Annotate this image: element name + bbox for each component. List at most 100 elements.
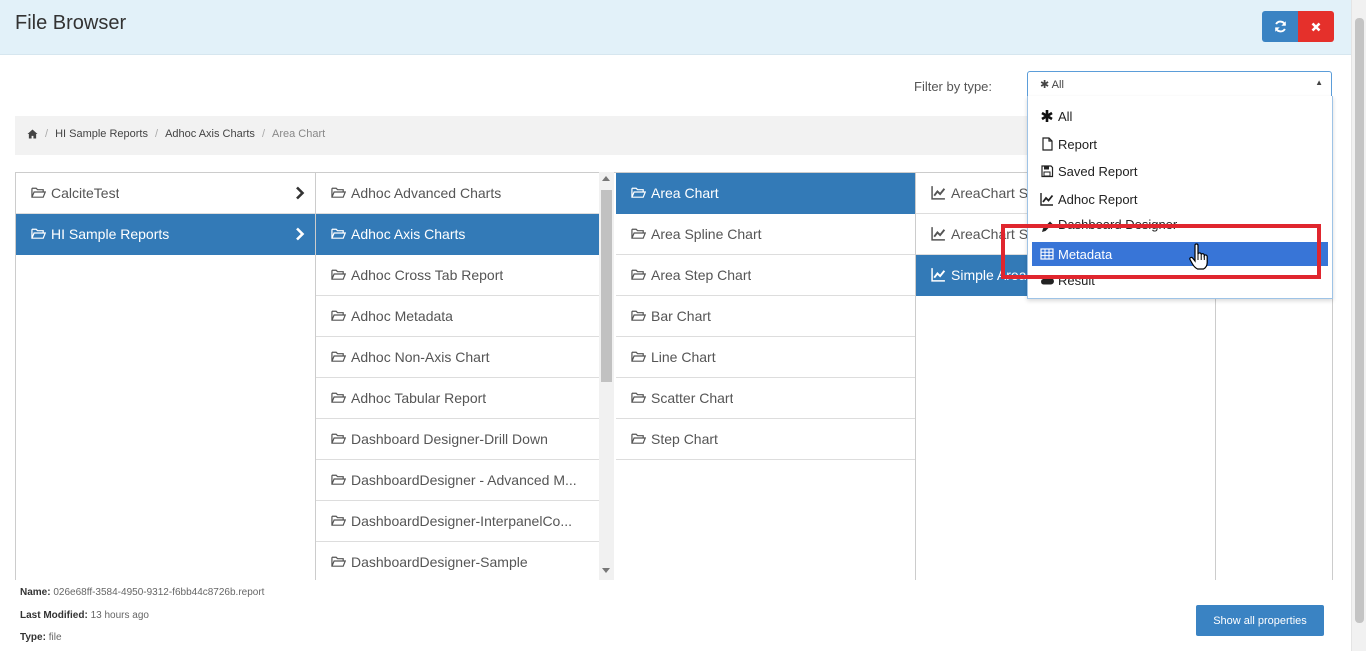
column-2-item-adhoc-tabular-report[interactable]: Adhoc Tabular Report (316, 378, 599, 419)
folder-open-icon (631, 433, 646, 444)
floppy-icon (1041, 165, 1054, 178)
folder-open-icon (31, 228, 46, 239)
item-label: Area Spline Chart (651, 226, 762, 242)
folder-open-icon (331, 433, 346, 444)
column-3-item-area-step-chart[interactable]: Area Step Chart (616, 255, 915, 296)
column-2-item-adhoc-metadata[interactable]: Adhoc Metadata (316, 296, 599, 337)
column-2-item-dashboarddesigner-sample[interactable]: DashboardDesigner-Sample (316, 542, 599, 580)
folder-open-icon (631, 310, 646, 321)
header-bar: File Browser (0, 0, 1351, 55)
item-label: Area Step Chart (651, 267, 752, 283)
detail-name: Name: 026e68ff-3584-4950-9312-f6bb44c872… (20, 587, 265, 598)
filter-selected-value: ✱ All (1040, 79, 1064, 91)
item-label: Adhoc Non-Axis Chart (351, 349, 490, 365)
line-chart-icon (931, 186, 946, 200)
column-2: Adhoc Advanced Charts Adhoc Axis Charts Ad… (316, 173, 616, 580)
folder-open-icon (331, 556, 346, 567)
column-2-item-dashboarddesigner-advanced-m[interactable]: DashboardDesigner - Advanced M... (316, 460, 599, 501)
refresh-icon (1274, 20, 1286, 33)
column-3-item-scatter-chart[interactable]: Scatter Chart (616, 378, 915, 419)
chevron-right-icon (296, 186, 305, 200)
column-2-item-dashboarddesigner-interpanelco[interactable]: DashboardDesigner-InterpanelCo... (316, 501, 599, 542)
filter-type-dropdown: All Report Saved Report Adhoc Report Das… (1027, 96, 1333, 299)
item-label: AreaChart S (951, 185, 1029, 201)
column-3-item-area-spline-chart[interactable]: Area Spline Chart (616, 214, 915, 255)
page-scrollbar-thumb[interactable] (1355, 18, 1364, 623)
filter-option-dashboard-designer[interactable]: Dashboard Designer (1032, 215, 1328, 233)
detail-type: Type: file (20, 632, 62, 643)
pencil-icon (1042, 221, 1053, 232)
item-label: Scatter Chart (651, 390, 734, 406)
file-icon (1042, 137, 1053, 151)
item-label: Dashboard Designer-Drill Down (351, 431, 548, 447)
filter-option-saved-report[interactable]: Saved Report (1032, 159, 1328, 183)
folder-open-icon (331, 310, 346, 321)
column-1-item-calcitetest[interactable]: CalciteTest (16, 173, 315, 214)
item-label: Bar Chart (651, 308, 711, 324)
item-label: Simple Area (951, 267, 1027, 283)
column-3-item-line-chart[interactable]: Line Chart (616, 337, 915, 378)
close-button[interactable] (1298, 11, 1334, 42)
folder-open-icon (331, 392, 346, 403)
line-chart-icon (931, 227, 946, 241)
filter-option-result[interactable]: Result (1032, 268, 1328, 292)
show-all-properties-button[interactable]: Show all properties (1196, 605, 1324, 636)
filter-option-adhoc-report[interactable]: Adhoc Report (1032, 187, 1328, 211)
folder-open-icon (31, 187, 46, 198)
scroll-down-arrow-icon[interactable] (602, 568, 610, 573)
line-chart-icon (1040, 193, 1054, 206)
column-2-item-adhoc-non-axis-chart[interactable]: Adhoc Non-Axis Chart (316, 337, 599, 378)
caret-up-icon: ▲ (1315, 78, 1323, 87)
page-title: File Browser (15, 12, 127, 34)
item-label: Adhoc Tabular Report (351, 390, 487, 406)
page-scrollbar[interactable] (1351, 0, 1366, 651)
filter-option-all[interactable]: All (1032, 104, 1328, 128)
column-2-item-adhoc-cross-tab-report[interactable]: Adhoc Cross Tab Report (316, 255, 599, 296)
column-2-scrollbar-thumb[interactable] (601, 190, 612, 382)
item-label: Adhoc Metadata (351, 308, 453, 324)
folder-open-icon (631, 228, 646, 239)
column-1: CalciteTest HI Sample Reports (16, 173, 316, 580)
column-3: Area Chart Area Spline Chart Area Step Cha… (616, 173, 916, 580)
column-3-item-step-chart[interactable]: Step Chart (616, 419, 915, 460)
filter-label: Filter by type: (914, 79, 993, 94)
folder-open-icon (331, 474, 346, 485)
close-icon (1311, 22, 1321, 31)
filter-type-select[interactable]: ✱ All ▲ (1027, 71, 1332, 97)
breadcrumb-item-adhoc-axis-charts[interactable]: Adhoc Axis Charts (165, 128, 255, 140)
folder-open-icon (331, 515, 346, 526)
refresh-button[interactable] (1262, 11, 1298, 42)
column-3-item-bar-chart[interactable]: Bar Chart (616, 296, 915, 337)
breadcrumb: / HI Sample Reports / Adhoc Axis Charts … (15, 116, 1065, 155)
column-2-scrollbar[interactable] (599, 172, 614, 580)
breadcrumb-item-hi-sample-reports[interactable]: HI Sample Reports (55, 128, 148, 140)
item-label: DashboardDesigner-InterpanelCo... (351, 513, 573, 529)
column-2-item-dashboard-designer-drill-down[interactable]: Dashboard Designer-Drill Down (316, 419, 599, 460)
item-label: Adhoc Axis Charts (351, 226, 466, 242)
breadcrumb-item-area-chart: Area Chart (272, 128, 326, 140)
filter-option-metadata[interactable]: Metadata (1032, 242, 1328, 266)
item-label: CalciteTest (51, 185, 120, 201)
column-3-item-area-chart[interactable]: Area Chart (616, 173, 915, 214)
cloud-icon (1041, 275, 1054, 285)
item-label: Step Chart (651, 431, 718, 447)
hand-pointer-icon (1189, 243, 1208, 270)
folder-open-icon (331, 228, 346, 239)
item-label: DashboardDesigner-Sample (351, 554, 528, 570)
column-1-item-hi-sample-reports[interactable]: HI Sample Reports (16, 214, 315, 255)
folder-open-icon (631, 187, 646, 198)
column-2-item-adhoc-axis-charts[interactable]: Adhoc Axis Charts (316, 214, 599, 255)
item-label: AreaChart S (951, 226, 1029, 242)
item-label: Line Chart (651, 349, 716, 365)
folder-open-icon (631, 351, 646, 362)
chevron-right-icon (296, 227, 305, 241)
scroll-up-arrow-icon[interactable] (602, 176, 610, 181)
filter-option-report[interactable]: Report (1032, 132, 1328, 156)
item-label: DashboardDesigner - Advanced M... (351, 472, 577, 488)
line-chart-icon (931, 268, 946, 282)
folder-open-icon (631, 269, 646, 280)
detail-last-modified: Last Modified: 13 hours ago (20, 610, 149, 621)
folder-open-icon (631, 392, 646, 403)
home-icon[interactable] (27, 129, 38, 139)
column-2-item-adhoc-advanced-charts[interactable]: Adhoc Advanced Charts (316, 173, 599, 214)
